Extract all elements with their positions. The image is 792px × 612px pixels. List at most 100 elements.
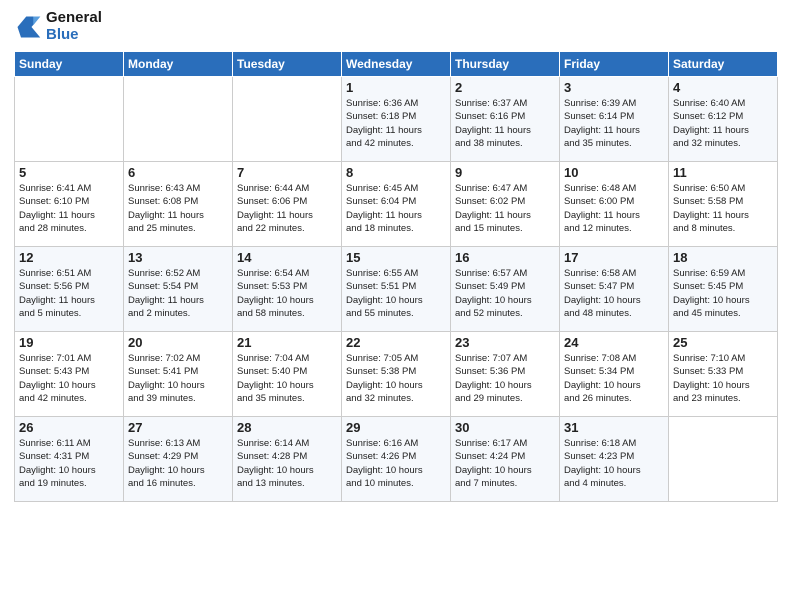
calendar-cell: 7 Sunrise: 6:44 AM Sunset: 6:06 PM Daylig…: [233, 162, 342, 247]
day-info: Sunrise: 6:57 AM Sunset: 5:49 PM Dayligh…: [455, 267, 555, 320]
calendar-week-2: 5 Sunrise: 6:41 AM Sunset: 6:10 PM Daylig…: [15, 162, 778, 247]
day-info: Sunrise: 7:01 AM Sunset: 5:43 PM Dayligh…: [19, 352, 119, 405]
calendar-cell: [15, 77, 124, 162]
calendar-cell: [233, 77, 342, 162]
day-info: Sunrise: 6:13 AM Sunset: 4:29 PM Dayligh…: [128, 437, 228, 490]
day-number: 3: [564, 80, 664, 95]
calendar-cell: 23 Sunrise: 7:07 AM Sunset: 5:36 PM Dayli…: [451, 332, 560, 417]
day-info: Sunrise: 7:10 AM Sunset: 5:33 PM Dayligh…: [673, 352, 773, 405]
day-info: Sunrise: 6:50 AM Sunset: 5:58 PM Dayligh…: [673, 182, 773, 235]
day-number: 13: [128, 250, 228, 265]
day-number: 27: [128, 420, 228, 435]
calendar-cell: 27 Sunrise: 6:13 AM Sunset: 4:29 PM Dayli…: [124, 417, 233, 502]
calendar-cell: 31 Sunrise: 6:18 AM Sunset: 4:23 PM Dayli…: [560, 417, 669, 502]
day-number: 12: [19, 250, 119, 265]
calendar-cell: 2Sunrise: 6:37 AM Sunset: 6:16 PM Daylig…: [451, 77, 560, 162]
calendar-cell: 22Sunrise: 7:05 AM Sunset: 5:38 PM Dayli…: [342, 332, 451, 417]
day-info: Sunrise: 7:07 AM Sunset: 5:36 PM Dayligh…: [455, 352, 555, 405]
day-info: Sunrise: 6:59 AM Sunset: 5:45 PM Dayligh…: [673, 267, 773, 320]
day-info: Sunrise: 6:52 AM Sunset: 5:54 PM Dayligh…: [128, 267, 228, 320]
calendar-cell: 6 Sunrise: 6:43 AM Sunset: 6:08 PM Daylig…: [124, 162, 233, 247]
day-info: Sunrise: 6:44 AM Sunset: 6:06 PM Dayligh…: [237, 182, 337, 235]
day-number: 23: [455, 335, 555, 350]
day-info: Sunrise: 6:51 AM Sunset: 5:56 PM Dayligh…: [19, 267, 119, 320]
day-number: 25: [673, 335, 773, 350]
day-info: Sunrise: 6:43 AM Sunset: 6:08 PM Dayligh…: [128, 182, 228, 235]
day-info: Sunrise: 6:39 AM Sunset: 6:14 PM Dayligh…: [564, 97, 664, 150]
calendar-cell: 14 Sunrise: 6:54 AM Sunset: 5:53 PM Dayli…: [233, 247, 342, 332]
day-number: 11: [673, 165, 773, 180]
day-info: Sunrise: 6:18 AM Sunset: 4:23 PM Dayligh…: [564, 437, 664, 490]
calendar-cell: 15Sunrise: 6:55 AM Sunset: 5:51 PM Dayli…: [342, 247, 451, 332]
day-number: 21: [237, 335, 337, 350]
calendar-cell: 11 Sunrise: 6:50 AM Sunset: 5:58 PM Dayli…: [669, 162, 778, 247]
day-number: 26: [19, 420, 119, 435]
calendar-cell: 18 Sunrise: 6:59 AM Sunset: 5:45 PM Dayli…: [669, 247, 778, 332]
day-info: Sunrise: 6:16 AM Sunset: 4:26 PM Dayligh…: [346, 437, 446, 490]
day-number: 7: [237, 165, 337, 180]
calendar-cell: 21 Sunrise: 7:04 AM Sunset: 5:40 PM Dayli…: [233, 332, 342, 417]
day-info: Sunrise: 7:04 AM Sunset: 5:40 PM Dayligh…: [237, 352, 337, 405]
calendar-week-5: 26 Sunrise: 6:11 AM Sunset: 4:31 PM Dayli…: [15, 417, 778, 502]
calendar-body: 1 Sunrise: 6:36 AM Sunset: 6:18 PM Daylig…: [15, 77, 778, 502]
weekday-header-tuesday: Tuesday: [233, 52, 342, 77]
logo-icon: [14, 13, 42, 41]
calendar-cell: 26 Sunrise: 6:11 AM Sunset: 4:31 PM Dayli…: [15, 417, 124, 502]
day-info: Sunrise: 6:55 AM Sunset: 5:51 PM Dayligh…: [346, 267, 446, 320]
calendar-cell: 13 Sunrise: 6:52 AM Sunset: 5:54 PM Dayli…: [124, 247, 233, 332]
page-container: General Blue SundayMondayTuesdayWednesda…: [0, 0, 792, 508]
calendar-cell: 28Sunrise: 6:14 AM Sunset: 4:28 PM Dayli…: [233, 417, 342, 502]
day-number: 24: [564, 335, 664, 350]
calendar-cell: 16 Sunrise: 6:57 AM Sunset: 5:49 PM Dayli…: [451, 247, 560, 332]
calendar-header: SundayMondayTuesdayWednesdayThursdayFrid…: [15, 52, 778, 77]
day-info: Sunrise: 6:47 AM Sunset: 6:02 PM Dayligh…: [455, 182, 555, 235]
calendar-cell: 17Sunrise: 6:58 AM Sunset: 5:47 PM Dayli…: [560, 247, 669, 332]
calendar-week-4: 19 Sunrise: 7:01 AM Sunset: 5:43 PM Dayli…: [15, 332, 778, 417]
day-info: Sunrise: 7:02 AM Sunset: 5:41 PM Dayligh…: [128, 352, 228, 405]
day-number: 4: [673, 80, 773, 95]
weekday-row: SundayMondayTuesdayWednesdayThursdayFrid…: [15, 52, 778, 77]
calendar-table: SundayMondayTuesdayWednesdayThursdayFrid…: [14, 51, 778, 502]
day-info: Sunrise: 6:40 AM Sunset: 6:12 PM Dayligh…: [673, 97, 773, 150]
calendar-cell: 9 Sunrise: 6:47 AM Sunset: 6:02 PM Daylig…: [451, 162, 560, 247]
weekday-header-friday: Friday: [560, 52, 669, 77]
calendar-cell: [669, 417, 778, 502]
day-info: Sunrise: 6:54 AM Sunset: 5:53 PM Dayligh…: [237, 267, 337, 320]
day-number: 20: [128, 335, 228, 350]
weekday-header-thursday: Thursday: [451, 52, 560, 77]
calendar-cell: 3 Sunrise: 6:39 AM Sunset: 6:14 PM Daylig…: [560, 77, 669, 162]
day-number: 14: [237, 250, 337, 265]
day-number: 16: [455, 250, 555, 265]
day-info: Sunrise: 6:48 AM Sunset: 6:00 PM Dayligh…: [564, 182, 664, 235]
day-number: 31: [564, 420, 664, 435]
header: General Blue: [14, 10, 778, 43]
day-info: Sunrise: 6:45 AM Sunset: 6:04 PM Dayligh…: [346, 182, 446, 235]
day-info: Sunrise: 6:41 AM Sunset: 6:10 PM Dayligh…: [19, 182, 119, 235]
day-info: Sunrise: 6:17 AM Sunset: 4:24 PM Dayligh…: [455, 437, 555, 490]
day-number: 29: [346, 420, 446, 435]
day-number: 19: [19, 335, 119, 350]
day-number: 28: [237, 420, 337, 435]
calendar-week-3: 12 Sunrise: 6:51 AM Sunset: 5:56 PM Dayli…: [15, 247, 778, 332]
day-info: Sunrise: 6:36 AM Sunset: 6:18 PM Dayligh…: [346, 97, 446, 150]
calendar-cell: 8Sunrise: 6:45 AM Sunset: 6:04 PM Daylig…: [342, 162, 451, 247]
day-info: Sunrise: 7:08 AM Sunset: 5:34 PM Dayligh…: [564, 352, 664, 405]
weekday-header-wednesday: Wednesday: [342, 52, 451, 77]
day-number: 10: [564, 165, 664, 180]
day-number: 1: [346, 80, 446, 95]
day-number: 5: [19, 165, 119, 180]
day-info: Sunrise: 6:37 AM Sunset: 6:16 PM Dayligh…: [455, 97, 555, 150]
logo: General Blue: [14, 10, 102, 43]
calendar-cell: 29 Sunrise: 6:16 AM Sunset: 4:26 PM Dayli…: [342, 417, 451, 502]
day-number: 9: [455, 165, 555, 180]
calendar-cell: 19 Sunrise: 7:01 AM Sunset: 5:43 PM Dayli…: [15, 332, 124, 417]
day-info: Sunrise: 6:11 AM Sunset: 4:31 PM Dayligh…: [19, 437, 119, 490]
day-number: 6: [128, 165, 228, 180]
weekday-header-monday: Monday: [124, 52, 233, 77]
calendar-cell: 24 Sunrise: 7:08 AM Sunset: 5:34 PM Dayli…: [560, 332, 669, 417]
calendar-cell: 1 Sunrise: 6:36 AM Sunset: 6:18 PM Daylig…: [342, 77, 451, 162]
calendar-week-1: 1 Sunrise: 6:36 AM Sunset: 6:18 PM Daylig…: [15, 77, 778, 162]
day-number: 30: [455, 420, 555, 435]
day-number: 18: [673, 250, 773, 265]
calendar-cell: 30 Sunrise: 6:17 AM Sunset: 4:24 PM Dayli…: [451, 417, 560, 502]
